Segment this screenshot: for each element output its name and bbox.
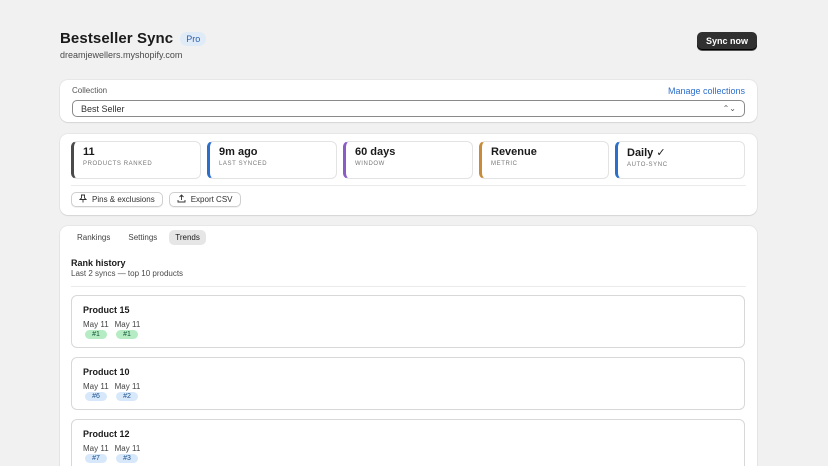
stat-value: Daily ✓	[627, 147, 666, 159]
rank-badge: #7	[85, 454, 107, 463]
tab-settings[interactable]: Settings	[122, 230, 163, 245]
rank-history-title: Rank history	[71, 258, 126, 268]
collection-select[interactable]: Best Seller ⌃⌄	[72, 100, 745, 117]
stat-metric: Revenue METRIC	[479, 141, 609, 179]
rank-badge: #6	[85, 392, 107, 401]
export-csv-button[interactable]: Export CSV	[168, 192, 241, 207]
stat-value: 9m ago	[219, 146, 258, 158]
page-header: Bestseller Sync Pro dreamjewellers.mysho…	[60, 30, 757, 60]
export-csv-label: Export CSV	[190, 195, 233, 204]
stat-caption: METRIC	[491, 161, 518, 167]
stats-row: 11 PRODUCTS RANKED 9m ago LAST SYNCED 60…	[71, 141, 745, 179]
stat-value: 11	[83, 146, 95, 158]
plan-badge: Pro	[180, 31, 207, 46]
sync-date: May 11	[83, 320, 109, 329]
collection-card: Collection Manage collections Best Selle…	[60, 80, 757, 122]
rank-pills: #1 #1	[85, 330, 138, 339]
divider	[71, 185, 746, 186]
page-title: Bestseller Sync	[60, 30, 174, 47]
rank-badge: #3	[116, 454, 138, 463]
tab-bar: Rankings Settings Trends	[71, 230, 206, 245]
stats-card: 11 PRODUCTS RANKED 9m ago LAST SYNCED 60…	[60, 134, 757, 215]
sync-date: May 11	[114, 382, 141, 391]
stat-caption: PRODUCTS RANKED	[83, 161, 153, 167]
sync-date: May 11	[114, 320, 141, 329]
product-history-card: Product 10 May 11 May 11 #6 #2	[71, 357, 745, 410]
tab-trends[interactable]: Trends	[169, 230, 206, 245]
tab-rankings[interactable]: Rankings	[71, 230, 116, 245]
stat-value: 60 days	[355, 146, 396, 158]
stat-caption: WINDOW	[355, 161, 385, 167]
rank-history-subtitle: Last 2 syncs — top 10 products	[71, 269, 184, 278]
rank-badge: #1	[85, 330, 107, 339]
divider	[71, 286, 746, 287]
export-icon	[177, 194, 186, 205]
stat-last-synced: 9m ago LAST SYNCED	[207, 141, 337, 179]
action-buttons: Pins & exclusions Export CSV	[71, 192, 241, 207]
sync-dates: May 11 May 11	[83, 320, 140, 329]
stat-window: 60 days WINDOW	[343, 141, 473, 179]
shop-domain: dreamjewellers.myshopify.com	[60, 50, 183, 60]
rank-pills: #6 #2	[85, 392, 138, 401]
pins-exclusions-label: Pins & exclusions	[92, 195, 155, 204]
pin-icon	[78, 194, 88, 205]
rank-badge: #1	[116, 330, 138, 339]
stat-auto-sync: Daily ✓ AUTO-SYNC	[615, 141, 745, 179]
sync-dates: May 11 May 11	[83, 444, 140, 453]
rank-pills: #7 #3	[85, 454, 138, 463]
collection-selected-value: Best Seller	[81, 103, 125, 114]
trends-card: Rankings Settings Trends Rank history La…	[60, 226, 757, 466]
stat-value: Revenue	[491, 146, 537, 158]
sync-now-button[interactable]: Sync now	[696, 32, 757, 50]
product-history-card: Product 12 May 11 May 11 #7 #3	[71, 419, 745, 466]
product-history-card: Product 15 May 11 May 11 #1 #1	[71, 295, 745, 348]
product-name: Product 12	[83, 429, 130, 439]
select-chevron-icon: ⌃⌄	[722, 104, 736, 113]
sync-date: May 11	[114, 444, 141, 453]
pins-exclusions-button[interactable]: Pins & exclusions	[71, 192, 163, 207]
stat-caption: LAST SYNCED	[219, 161, 268, 167]
product-name: Product 15	[83, 305, 130, 315]
rank-badge: #2	[116, 392, 138, 401]
product-name: Product 10	[83, 367, 130, 377]
stat-products-ranked: 11 PRODUCTS RANKED	[71, 141, 201, 179]
sync-date: May 11	[83, 382, 109, 391]
stat-caption: AUTO-SYNC	[627, 162, 668, 168]
sync-date: May 11	[83, 444, 109, 453]
manage-collections-link[interactable]: Manage collections	[668, 86, 745, 96]
title-row: Bestseller Sync Pro	[60, 30, 757, 47]
sync-dates: May 11 May 11	[83, 382, 140, 391]
collection-label: Collection	[72, 86, 108, 95]
